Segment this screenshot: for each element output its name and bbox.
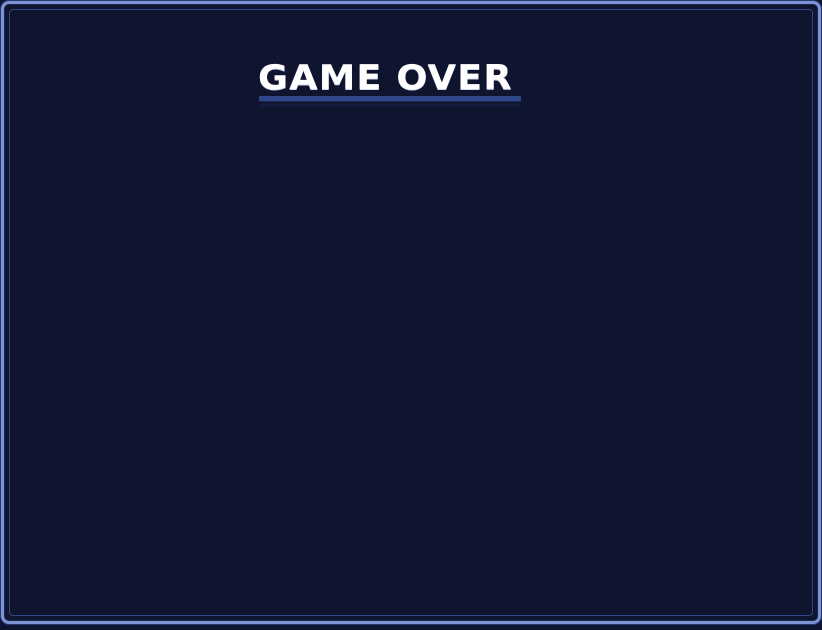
title-underline-shadow [259,104,519,107]
title-underline [259,96,521,101]
game-over-screen: GAME OVER [0,0,822,630]
title-block: GAME OVER [258,58,521,110]
game-over-title: GAME OVER [258,58,513,98]
